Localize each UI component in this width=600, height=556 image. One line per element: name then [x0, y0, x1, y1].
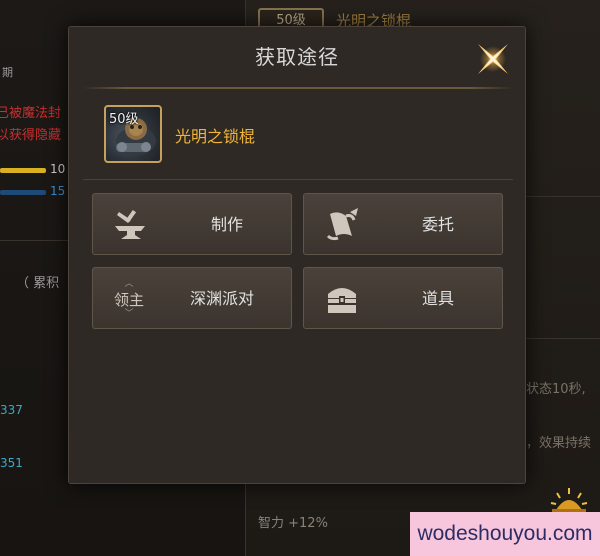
title-divider [83, 87, 513, 89]
item-button-label: 道具 [421, 289, 454, 308]
close-button[interactable] [471, 37, 515, 81]
bg-text: 智力 +12% [258, 516, 328, 531]
bg-text: 已被魔法封 [0, 106, 62, 121]
scroll-icon [326, 208, 358, 241]
lord-icon: ︿ 领主 ﹀ [107, 280, 151, 319]
item-button[interactable]: 道具 [303, 267, 503, 329]
commission-button[interactable]: 委托 [303, 193, 503, 255]
bg-text: 以获得隐藏 [0, 128, 62, 143]
lord-icon-text: 领主 [113, 291, 144, 309]
item-level: 50级 [109, 112, 139, 127]
bg-divider [0, 240, 68, 241]
modal-title: 获取途径 [255, 45, 339, 69]
item-divider [83, 179, 513, 180]
abyss-party-button[interactable]: ︿ 领主 ﹀ 深渊派对 [92, 267, 292, 329]
bg-text: ，效果持续 [526, 436, 592, 451]
item-icon[interactable]: 50级 [104, 105, 162, 163]
commission-button-label: 委托 [421, 215, 454, 234]
close-star-icon [478, 44, 508, 74]
watermark: wodeshouyou.com [410, 512, 600, 556]
item-name: 光明之锁棍 [175, 127, 256, 146]
bg-mp-bar [0, 190, 46, 195]
bg-text: （ 累积 [16, 276, 60, 291]
bg-exp-bar [0, 168, 46, 173]
bg-text: 351 [0, 456, 23, 470]
bg-text: 期 [2, 66, 13, 79]
bg-text: 337 [0, 403, 23, 417]
abyss-party-button-label: 深渊派对 [189, 289, 254, 308]
craft-button[interactable]: 制作 [92, 193, 292, 255]
sun-badge-icon [550, 488, 588, 513]
anvil-icon [115, 209, 145, 239]
bg-text: 状态10秒, [526, 382, 586, 397]
chest-icon [328, 288, 356, 313]
bg-text: 10 [50, 162, 66, 176]
acquisition-modal: 获取途径 50级 光明之锁棍 制作 委托 ︿ 领主 ﹀ 深渊派对 道具 [68, 26, 526, 484]
bg-text: 15 [50, 184, 66, 198]
craft-button-label: 制作 [210, 215, 243, 234]
